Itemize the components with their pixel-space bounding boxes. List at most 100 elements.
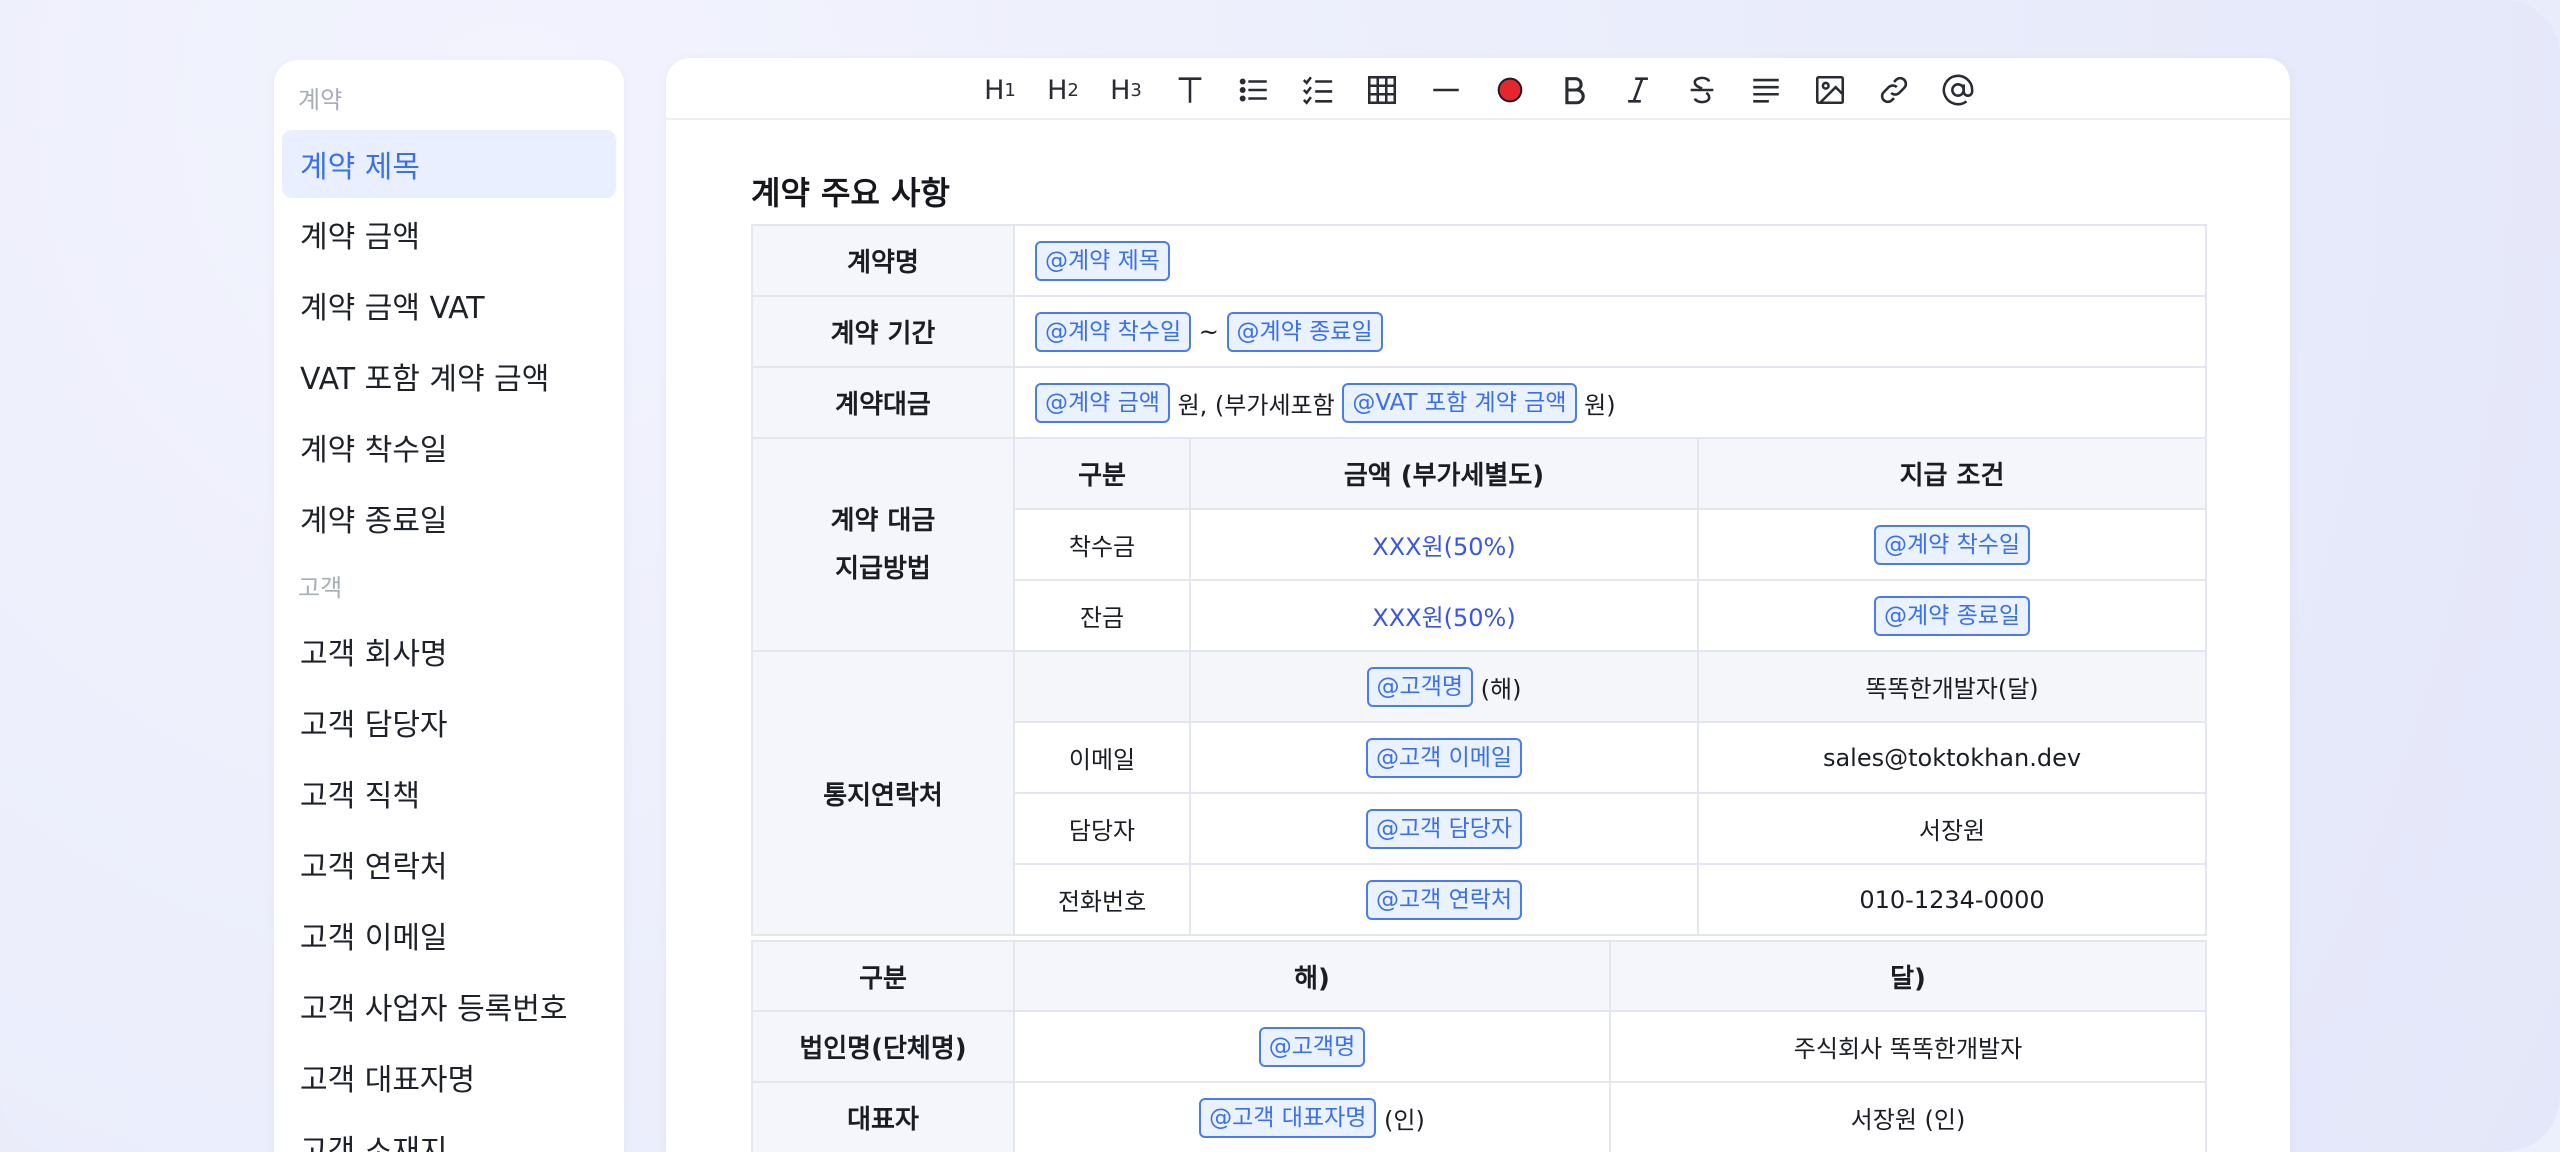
- table-row: 계약대금 @계약 금액 원, (부가세포함 @VAT 포함 계약 금액 원): [751, 366, 2208, 439]
- link-button[interactable]: [1872, 68, 1916, 112]
- sidebar-item-contract-vat[interactable]: 계약 금액 VAT: [282, 271, 616, 339]
- column-header: 금액 (부가세별도): [1189, 437, 1699, 510]
- row-label-contract-period: 계약 기간: [751, 295, 1015, 368]
- mention-chip[interactable]: @계약 종료일: [1226, 311, 1383, 352]
- contact-company-value: 010-1234-0000: [1696, 863, 2208, 936]
- checklist-button[interactable]: [1296, 68, 1340, 112]
- payment-label-line1: 계약 대금: [830, 505, 936, 536]
- contact-customer-cell[interactable]: @고객 이메일: [1189, 721, 1699, 794]
- contract-price-cell[interactable]: @계약 금액 원, (부가세포함 @VAT 포함 계약 금액 원): [1012, 366, 2208, 439]
- divider-button[interactable]: [1424, 68, 1468, 112]
- bold-button[interactable]: [1552, 68, 1596, 112]
- table-row: 계약명 @계약 제목: [751, 224, 2208, 297]
- mention-chip[interactable]: @고객 연락처: [1365, 879, 1523, 920]
- bold-icon: [1565, 77, 1585, 105]
- payment-amount[interactable]: XXX원(50%): [1189, 579, 1699, 652]
- contact-field-label: 이메일: [1013, 721, 1191, 794]
- image-icon: [1815, 75, 1845, 105]
- mention-chip[interactable]: @고객명: [1366, 666, 1474, 707]
- table-row: 구분 해) 달): [751, 940, 2207, 1012]
- table-row: 통지연락처 @고객명 (해) 똑똑한개발자(달): [751, 650, 2208, 936]
- mention-chip[interactable]: @고객명: [1258, 1026, 1366, 1067]
- heading2-button[interactable]: H2: [1041, 68, 1085, 112]
- contract-name-cell[interactable]: @계약 제목: [1012, 224, 2208, 297]
- bullet-list-button[interactable]: [1232, 68, 1276, 112]
- mention-chip[interactable]: @계약 착수일: [1873, 524, 2031, 565]
- column-header: 달): [1609, 940, 2207, 1012]
- heading2-label: H: [1047, 74, 1068, 106]
- sidebar-item-vat-included-amount[interactable]: VAT 포함 계약 금액: [282, 342, 616, 410]
- align-left-icon: [1753, 78, 1779, 103]
- price-text: 원, (부가세포함: [1177, 391, 1335, 419]
- contract-summary-table: 계약명 @계약 제목 계약 기간 @계약 착수일 ~ @계약 종료일 계약대금 …: [751, 224, 2208, 936]
- sign-customer-cell[interactable]: @고객명: [1013, 1010, 1611, 1083]
- mention-chip[interactable]: @계약 종료일: [1873, 595, 2031, 636]
- payment-type: 잔금: [1013, 579, 1191, 652]
- document-heading[interactable]: 계약 주요 사항: [751, 168, 950, 214]
- mention-chip[interactable]: @고객 이메일: [1365, 737, 1523, 778]
- table-row: 계약 대금 지급방법 구분 금액 (부가세별도) 지급 조건: [751, 437, 2208, 652]
- sidebar-item-customer-phone[interactable]: 고객 연락처: [282, 830, 616, 898]
- app-background: 계약 계약 제목 계약 금액 계약 금액 VAT VAT 포함 계약 금액 계약…: [0, 0, 2560, 1152]
- heading1-button[interactable]: H1: [978, 68, 1022, 112]
- column-header: 구분: [751, 940, 1015, 1012]
- column-header: 해): [1013, 940, 1611, 1012]
- payment-condition-cell[interactable]: @계약 착수일: [1696, 508, 2208, 581]
- mention-button[interactable]: [1936, 68, 1980, 112]
- text-color-button[interactable]: [1488, 68, 1532, 112]
- image-button[interactable]: [1808, 68, 1852, 112]
- payment-amount[interactable]: XXX원(50%): [1189, 508, 1699, 581]
- sidebar-item-customer-manager[interactable]: 고객 담당자: [282, 688, 616, 756]
- italic-icon: [1628, 77, 1648, 103]
- heading3-button[interactable]: H3: [1104, 68, 1148, 112]
- heading2-sub: 2: [1067, 79, 1079, 101]
- strikethrough-button[interactable]: [1680, 68, 1724, 112]
- mention-chip[interactable]: @고객 담당자: [1365, 808, 1523, 849]
- document-editor: H1 H2 H3 계약 주요 사항 계약명 @계약 제목 계약 기간 @계약 착…: [666, 58, 2290, 1152]
- payment-type: 착수금: [1013, 508, 1191, 581]
- group-label-customer: 고객: [298, 574, 343, 602]
- text-button[interactable]: [1168, 68, 1212, 112]
- align-left-button[interactable]: [1744, 68, 1788, 112]
- italic-button[interactable]: [1616, 68, 1660, 112]
- signature-table: 구분 해) 달) 법인명(단체명) @고객명 주식회사 똑똑한개발자 대표자 @…: [751, 940, 2207, 1152]
- sidebar-item-contract-start[interactable]: 계약 착수일: [282, 413, 616, 481]
- contract-period-cell[interactable]: @계약 착수일 ~ @계약 종료일: [1012, 295, 2208, 368]
- contact-header-customer[interactable]: @고객명 (해): [1189, 650, 1699, 723]
- payment-condition-cell[interactable]: @계약 종료일: [1696, 579, 2208, 652]
- table-row: 법인명(단체명) @고객명 주식회사 똑똑한개발자: [751, 1010, 2207, 1083]
- heading1-label: H: [984, 74, 1005, 106]
- heading3-label: H: [1110, 74, 1131, 106]
- mention-chip[interactable]: @계약 제목: [1035, 240, 1170, 281]
- mention-chip[interactable]: @계약 착수일: [1035, 311, 1192, 352]
- sidebar-item-customer-email[interactable]: 고객 이메일: [282, 901, 616, 969]
- heading3-sub: 3: [1130, 79, 1142, 101]
- sign-customer-cell[interactable]: @고객 대표자명 (인): [1013, 1081, 1611, 1152]
- sidebar-item-contract-amount[interactable]: 계약 금액: [282, 200, 616, 268]
- row-label-contact: 통지연락처: [751, 650, 1015, 936]
- sidebar-item-customer-address[interactable]: 고객 소재지: [282, 1114, 616, 1152]
- sidebar-item-customer-biz-number[interactable]: 고객 사업자 등록번호: [282, 972, 616, 1040]
- contact-company-value: sales@toktokhan.dev: [1696, 721, 2208, 794]
- sidebar-item-contract-end[interactable]: 계약 종료일: [282, 484, 616, 552]
- group-label-contract: 계약: [298, 86, 343, 114]
- mention-chip[interactable]: @고객 대표자명: [1199, 1097, 1377, 1138]
- sidebar-item-contract-title[interactable]: 계약 제목: [282, 130, 616, 198]
- mention-chip[interactable]: @VAT 포함 계약 금액: [1342, 382, 1577, 423]
- sign-row-label: 법인명(단체명): [751, 1010, 1015, 1083]
- heading1-sub: 1: [1004, 79, 1016, 101]
- sidebar-item-customer-ceo[interactable]: 고객 대표자명: [282, 1043, 616, 1111]
- contact-field-label: 전화번호: [1013, 863, 1191, 936]
- divider-icon: [1433, 88, 1459, 92]
- sidebar-item-customer-position[interactable]: 고객 직책: [282, 759, 616, 827]
- contact-customer-cell[interactable]: @고객 담당자: [1189, 792, 1699, 865]
- table-button[interactable]: [1360, 68, 1404, 112]
- payment-label-line2: 지급방법: [835, 553, 931, 584]
- editor-toolbar: H1 H2 H3: [666, 58, 2290, 120]
- price-text-suffix: 원): [1584, 391, 1616, 419]
- checklist-icon: [1302, 76, 1333, 105]
- sidebar-item-customer-company[interactable]: 고객 회사명: [282, 617, 616, 685]
- contact-customer-cell[interactable]: @고객 연락처: [1189, 863, 1699, 936]
- link-icon: [1880, 76, 1908, 104]
- mention-chip[interactable]: @계약 금액: [1035, 382, 1170, 423]
